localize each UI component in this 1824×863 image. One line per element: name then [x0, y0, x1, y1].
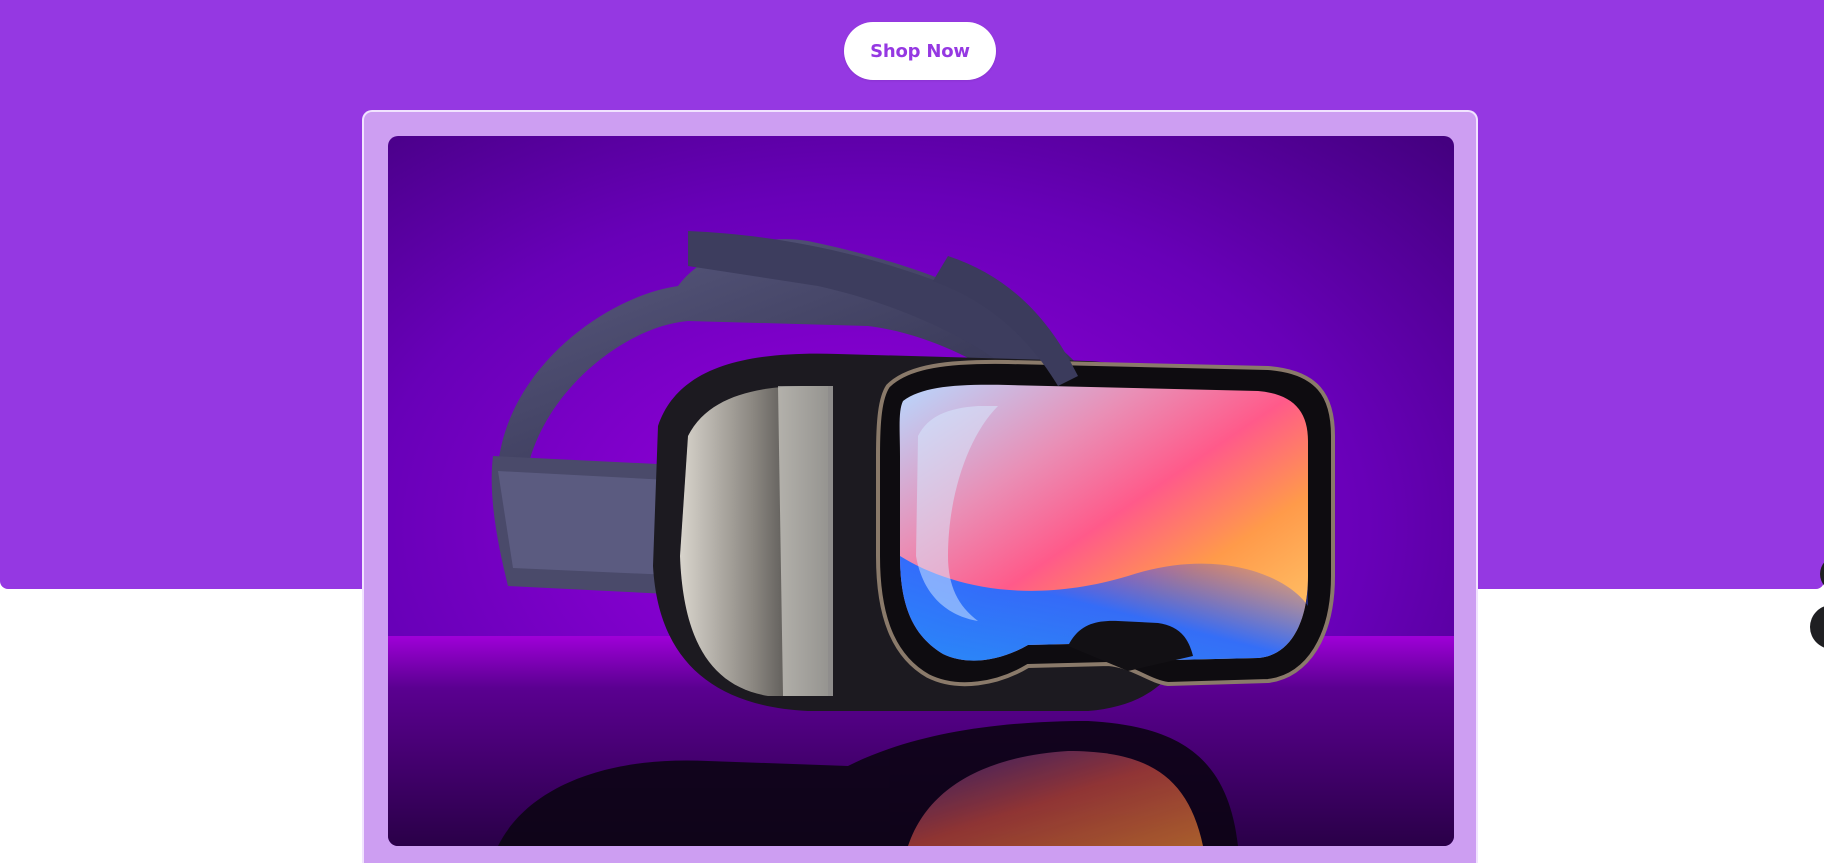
vr-headset-image	[388, 136, 1454, 846]
floating-circle-button[interactable]	[1810, 605, 1824, 649]
shop-now-button[interactable]: Shop Now	[844, 22, 996, 80]
landing-page: Shop Now	[0, 0, 1824, 863]
vr-headset-illustration	[388, 136, 1454, 846]
